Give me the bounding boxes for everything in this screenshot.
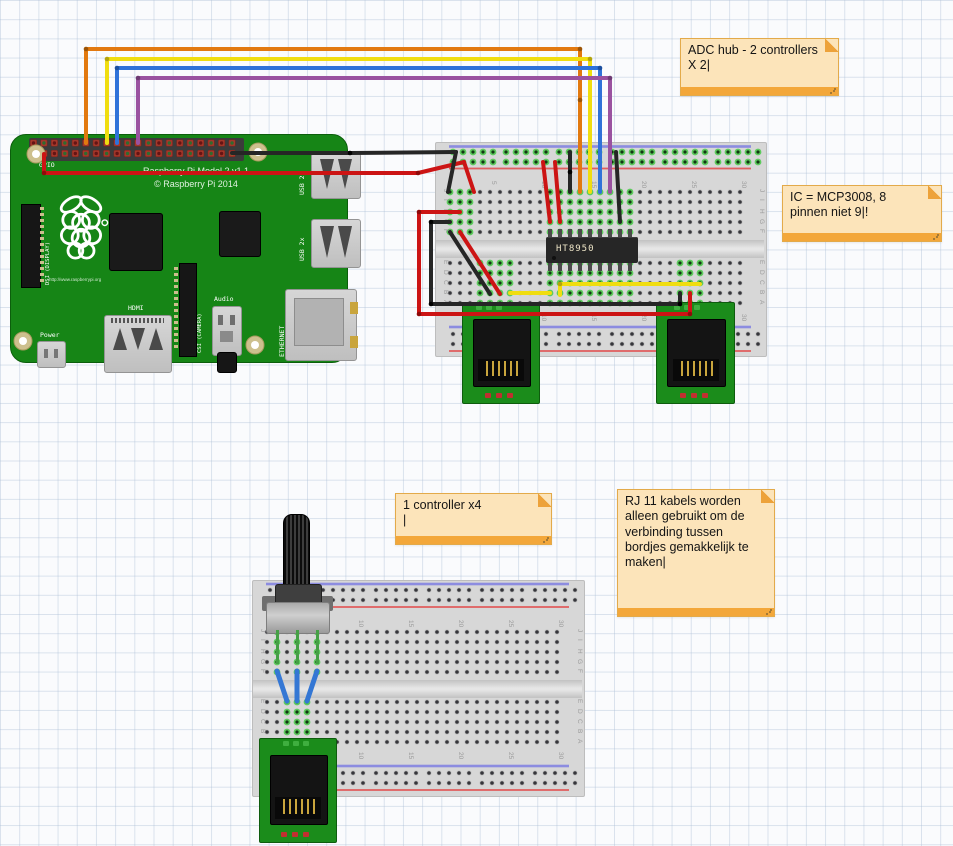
rj11-contact xyxy=(486,361,488,376)
note-1-controller[interactable]: 1 controller x4 | xyxy=(395,493,552,545)
rj11-pad-red xyxy=(702,393,708,398)
rj11-contact xyxy=(498,361,500,376)
rj11-contact xyxy=(492,361,494,376)
usb-port-top xyxy=(311,153,361,199)
note-adc-hub[interactable]: ADC hub - 2 controllers X 2| xyxy=(680,38,839,96)
rj11-pad-green xyxy=(694,305,700,310)
ic-chip[interactable]: HT8950 xyxy=(546,229,638,271)
rj11-pad-red xyxy=(680,393,686,398)
note-resize-grip[interactable] xyxy=(932,234,939,240)
rj11-module[interactable] xyxy=(462,302,540,404)
rj11-pad-red xyxy=(485,393,491,398)
ic-pin1-marker xyxy=(552,256,556,260)
ethernet-port xyxy=(285,289,357,361)
rj11-contact xyxy=(283,799,285,814)
potentiometer-leg xyxy=(276,630,279,664)
rj11-contact xyxy=(510,361,512,376)
usb-bottom-label: USB 2x xyxy=(299,223,306,261)
csi-pins xyxy=(174,267,178,351)
rj11-contact xyxy=(504,361,506,376)
dsi-connector xyxy=(21,204,41,288)
audio-label: Audio xyxy=(214,296,234,303)
note-fold-corner xyxy=(928,186,941,199)
note-text[interactable]: 1 controller x4 | xyxy=(403,498,535,529)
pi-url: http://www.raspberrypi.org xyxy=(49,277,101,282)
rj11-contact xyxy=(693,361,695,376)
audio-barrel xyxy=(217,352,237,373)
raspberry-pi-board[interactable]: GPIO Raspberry Pi Model 2 v1.1 © Raspber… xyxy=(10,134,348,363)
note-rj11-kabels[interactable]: RJ 11 kabels worden alleen gebruikt om d… xyxy=(617,489,775,617)
note-resize-grip[interactable] xyxy=(765,609,772,615)
note-text[interactable]: RJ 11 kabels worden alleen gebruikt om d… xyxy=(625,494,758,570)
note-fold-corner xyxy=(538,494,551,507)
wire-gnd-pi-to-rail[interactable] xyxy=(232,152,456,153)
dsi-label: DSI (DISPLAY) xyxy=(46,207,52,285)
note-text[interactable]: ADC hub - 2 controllers X 2| xyxy=(688,43,822,74)
note-fold-corner xyxy=(825,39,838,52)
note-resize-bar[interactable] xyxy=(681,87,838,95)
note-resize-bar[interactable] xyxy=(783,233,941,241)
note-resize-grip[interactable] xyxy=(829,88,836,94)
rj11-pad-red xyxy=(496,393,502,398)
rj11-contact xyxy=(301,799,303,814)
hdmi-label: HDMI xyxy=(128,305,144,312)
rj11-pad-red xyxy=(281,832,287,837)
rj11-contact xyxy=(711,361,713,376)
note-resize-bar[interactable] xyxy=(618,608,774,616)
usb-top-label: USB 2x xyxy=(299,157,306,195)
rj11-contact xyxy=(687,361,689,376)
note-ic-mcp3008[interactable]: IC = MCP3008, 8 pinnen niet 9|! xyxy=(782,185,942,242)
rj11-contact xyxy=(705,361,707,376)
rj11-contact xyxy=(307,799,309,814)
note-text[interactable]: IC = MCP3008, 8 pinnen niet 9|! xyxy=(790,190,925,221)
rj11-pad-red xyxy=(292,832,298,837)
ram-chip xyxy=(219,211,261,257)
rj11-contact xyxy=(313,799,315,814)
usb-port-bottom xyxy=(311,219,361,268)
potentiometer-shaft[interactable] xyxy=(283,514,310,594)
rj11-contact xyxy=(289,799,291,814)
rj11-module[interactable] xyxy=(259,738,337,843)
ic-pins-bottom xyxy=(548,262,636,271)
rj11-pad-green xyxy=(303,741,309,746)
power-label: Power xyxy=(40,332,60,339)
raspberry-logo xyxy=(53,193,109,265)
note-resize-bar[interactable] xyxy=(396,536,551,544)
power-micro-usb xyxy=(37,341,66,368)
potentiometer-leg xyxy=(296,630,299,664)
rj11-contact xyxy=(516,361,518,376)
rj11-pad-red xyxy=(507,393,513,398)
pi-copyright: © Raspberry Pi 2014 xyxy=(111,179,281,189)
audio-jack xyxy=(212,306,242,356)
csi-connector xyxy=(179,263,197,357)
breadboard-bottom-channel xyxy=(253,680,582,698)
rj11-contact xyxy=(681,361,683,376)
rj11-pad-green xyxy=(293,741,299,746)
rj11-contact xyxy=(295,799,297,814)
hdmi-port xyxy=(104,315,172,373)
dsi-pins xyxy=(40,207,44,283)
ic-part-number: HT8950 xyxy=(556,244,595,254)
rj11-pad-green xyxy=(283,741,289,746)
rj11-module[interactable] xyxy=(656,302,735,404)
rj11-contact xyxy=(699,361,701,376)
csi-label: CSI (CAMERA) xyxy=(198,267,204,353)
rj11-pad-red xyxy=(691,393,697,398)
note-fold-corner xyxy=(761,490,774,503)
fritzing-canvas: GPIO Raspberry Pi Model 2 v1.1 © Raspber… xyxy=(0,0,953,846)
soc-chip xyxy=(109,213,163,271)
note-resize-grip[interactable] xyxy=(542,537,549,543)
potentiometer-leg xyxy=(316,630,319,664)
gpio-label: GPIO xyxy=(39,162,55,169)
rj11-pad-red xyxy=(303,832,309,837)
